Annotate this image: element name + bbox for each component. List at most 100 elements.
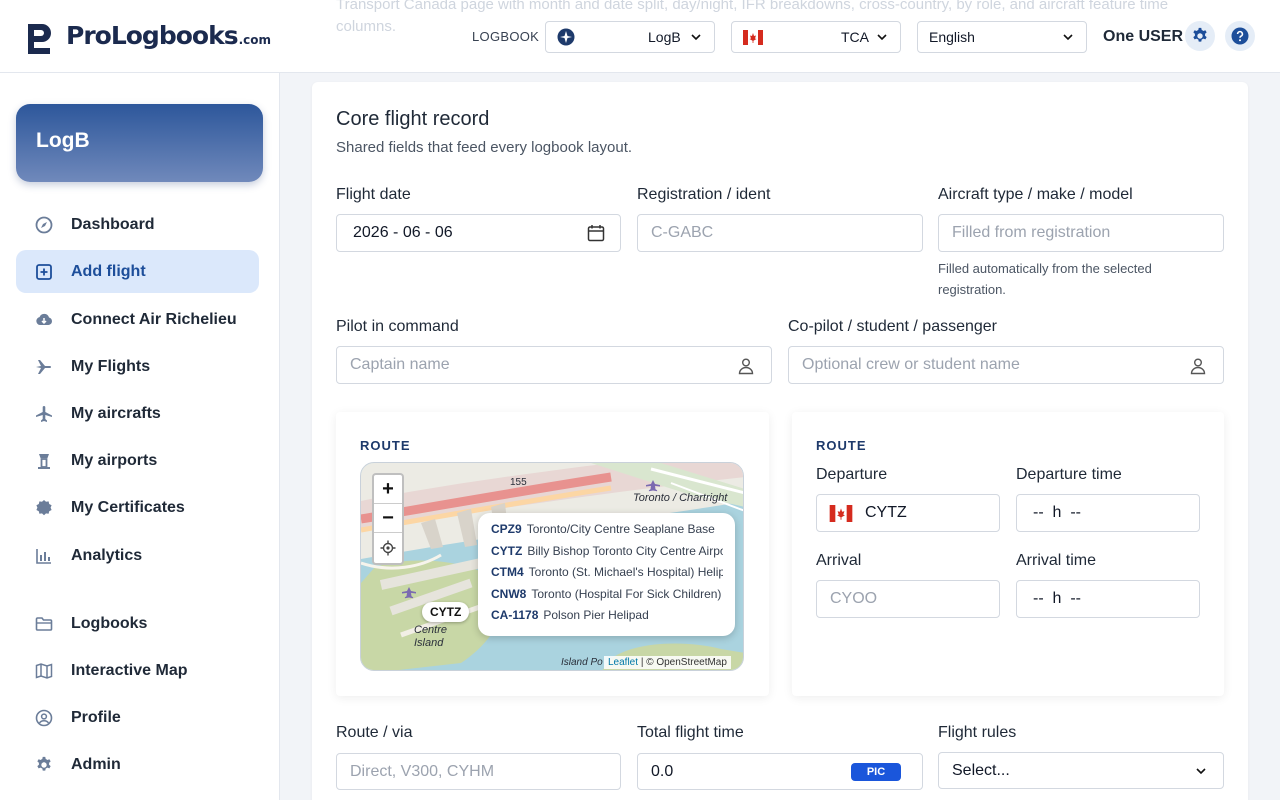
departure-time-input[interactable]: -- h -- [1016,494,1200,532]
sidebar-item-label: Analytics [71,546,143,564]
help-button[interactable] [1225,21,1255,51]
brand-name: ProLogbooks.com [66,21,272,50]
arrival-input[interactable]: CYOO [816,580,1000,618]
sidebar-item-analytics[interactable]: Analytics [16,534,259,577]
sidebar-item-my-airports[interactable]: My airports [16,439,259,482]
logbook-select-value: LogB [648,29,681,45]
arrival-time-value: -- h -- [1033,590,1081,607]
sidebar: LogB Dashboard Add flight Connect Air Ri… [0,73,280,800]
current-logbook-card[interactable]: LogB [16,104,263,182]
sidebar-item-label: Interactive Map [71,661,188,679]
arrival-placeholder: CYOO [830,590,878,607]
user-circle-icon [35,709,53,727]
authority-select[interactable]: TCA [731,21,901,53]
map-attribution: Leaflet | © OpenStreetMap [604,656,731,669]
person-icon [738,358,754,375]
sidebar-item-dashboard[interactable]: Dashboard [16,203,259,246]
chevron-down-icon [1196,768,1206,775]
departure-label: Departure [816,466,888,483]
flight-date-label: Flight date [336,186,411,203]
aircraft-type-placeholder: Filled from registration [952,224,1111,241]
arrival-time-input[interactable]: -- h -- [1016,580,1200,618]
flight-date-value: 2026 - 06 - 06 [353,224,453,241]
sidebar-item-interactive-map[interactable]: Interactive Map [16,649,259,692]
suggestion-item[interactable]: CYTZ Billy Bishop Toronto City Centre Air… [491,544,723,566]
map-place-label: Centre Island [414,624,448,649]
aircraft-type-hint: Filled automatically from the selected r… [938,261,1152,297]
section-subtitle: Shared fields that feed every logbook la… [336,139,633,156]
suggestion-item[interactable]: CPZ9 Toronto/City Centre Seaplane Base [491,522,723,544]
chevron-down-icon [691,34,701,41]
compass-icon [35,216,53,234]
arrival-time-label: Arrival time [1016,552,1097,569]
top-bar: Transport Canada page with month and dat… [0,0,1280,73]
user-menu-name[interactable]: One USER [1103,28,1183,46]
arrival-label: Arrival [816,552,862,569]
suggestion-item[interactable]: CA-1178 Polson Pier Helipad [491,608,723,630]
pic-badge[interactable]: PIC [851,763,901,781]
logbook-select[interactable]: LogB [545,21,715,53]
sidebar-item-admin[interactable]: Admin [16,743,259,786]
sidebar-item-profile[interactable]: Profile [16,696,259,739]
locate-button[interactable] [374,533,402,562]
sidebar-item-my-flights[interactable]: My Flights [16,345,259,388]
flight-rules-value: Select... [952,761,1010,779]
map-place-label: Island Po [561,657,603,668]
pic-input[interactable]: Captain name [336,346,772,384]
departure-time-label: Departure time [1016,466,1122,483]
departure-input[interactable]: CYTZ [816,494,1000,532]
sidebar-item-connect-air-richelieu[interactable]: Connect Air Richelieu [16,298,259,341]
sidebar-item-add-flight[interactable]: Add flight [16,250,259,293]
map-marker-cytz[interactable]: CYTZ [422,602,470,622]
sidebar-item-label: My Certificates [71,498,185,516]
plus-square-icon [36,264,52,280]
authority-select-value: TCA [841,29,869,45]
logbook-label: LOGBOOK [472,29,540,44]
sidebar-item-label: My aircrafts [71,404,161,422]
map-zoom-control: + − [372,473,404,565]
gear-icon [1193,27,1207,42]
copilot-label: Co-pilot / student / passenger [788,318,998,335]
departure-time-value: -- h -- [1033,504,1081,521]
flight-rules-label: Flight rules [938,724,1017,741]
sidebar-item-my-aircrafts[interactable]: My aircrafts [16,392,259,435]
canada-flag-icon [829,505,853,527]
copilot-input[interactable]: Optional crew or student name [788,346,1224,384]
pic-placeholder: Captain name [350,356,450,373]
sidebar-item-label: Admin [71,755,121,773]
suggestion-item[interactable]: CTM4 Toronto (St. Michael's Hospital) Hel… [491,565,723,587]
person-icon [1190,358,1206,375]
settings-button[interactable] [1185,21,1215,51]
folder-icon [35,617,53,631]
tower-icon [38,454,50,469]
current-logbook-name: LogB [36,129,90,152]
help-icon [1231,27,1249,45]
bar-chart-icon [36,549,51,564]
registration-input[interactable]: C-GABC [637,214,923,252]
aircraft-type-input[interactable]: Filled from registration [938,214,1224,252]
sidebar-item-my-certificates[interactable]: My Certificates [16,486,259,529]
suggestion-item[interactable]: CNW8 Toronto (Hospital For Sick Children)… [491,587,723,609]
copilot-placeholder: Optional crew or student name [802,356,1020,373]
route-via-label: Route / via [336,724,413,741]
route-via-input[interactable]: Direct, V300, CYHM [336,753,621,790]
language-select-value: English [929,29,975,45]
flight-date-input[interactable]: 2026 - 06 - 06 [336,214,621,252]
leaflet-link[interactable]: Leaflet [608,657,638,668]
brand-logo[interactable]: ProLogbooks.com [26,16,271,60]
sidebar-item-label: Profile [71,708,121,726]
plane-icon [36,360,51,374]
route-fields-tag: ROUTE [816,438,867,453]
calendar-icon[interactable] [587,224,605,242]
sidebar-item-label: Logbooks [71,614,148,632]
pic-label: Pilot in command [336,318,459,335]
language-select[interactable]: English [917,21,1087,53]
map-icon [35,663,53,679]
zoom-in-button[interactable]: + [374,475,402,504]
certificate-icon [36,500,52,516]
flight-rules-select[interactable]: Select... [938,752,1224,789]
cloud-download-icon [36,313,52,325]
zoom-out-button[interactable]: − [374,504,402,533]
sidebar-item-logbooks[interactable]: Logbooks [16,602,259,645]
sidebar-item-label: My Flights [71,357,151,375]
